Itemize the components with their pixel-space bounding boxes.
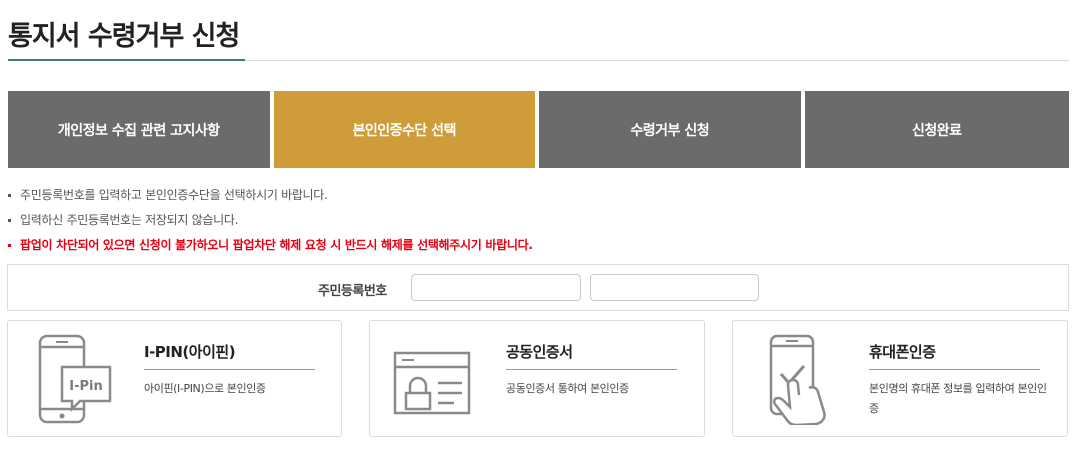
title-accent-line xyxy=(8,59,245,61)
rrn-back-input[interactable] xyxy=(590,274,759,301)
step-label: 개인정보 수집 관련 고지사항 xyxy=(57,122,220,139)
notice-item: 주민등록번호를 입력하고 본인인증수단을 선택하시기 바랍니다. xyxy=(8,187,1069,212)
card-title: 휴대폰인증 xyxy=(869,343,936,361)
step-progress: 개인정보 수집 관련 고지사항 본인인증수단 선택 수령거부 신청 신청완료 xyxy=(8,91,1069,168)
ipin-icon-text: I-Pin xyxy=(69,379,102,394)
card-description: 공동인증서 통하여 본인인증 xyxy=(506,382,629,395)
step-complete: 신청완료 xyxy=(804,91,1069,168)
step-label: 수령거부 신청 xyxy=(630,122,710,139)
ipin-phone-icon: I-Pin xyxy=(28,333,118,425)
page-title: 통지서 수령거부 신청 xyxy=(8,21,240,52)
step-label: 본인인증수단 선택 xyxy=(352,122,457,139)
rrn-front-input[interactable] xyxy=(411,274,581,301)
step-label: 신청완료 xyxy=(911,122,962,139)
card-divider xyxy=(506,369,677,370)
popup-warning-notice: 팝업이 차단되어 있으면 신청이 불가하오니 팝업차단 해제 요청 시 반드시 … xyxy=(8,237,1069,262)
notice-list: 주민등록번호를 입력하고 본인인증수단을 선택하시기 바랍니다. 입력하신 주민… xyxy=(8,187,1069,262)
step-refusal-request: 수령거부 신청 xyxy=(539,91,801,168)
rrn-form: 주민등록번호 xyxy=(7,264,1069,311)
auth-card-ipin[interactable]: I-Pin I-PIN(아이핀) 아이핀(I-PIN)으로 본인인증 xyxy=(7,320,342,437)
auth-card-certificate[interactable]: 공동인증서 공동인증서 통하여 본인인증 xyxy=(369,320,705,437)
card-description: 본인명의 휴대폰 정보를 입력하여 본인인증 xyxy=(869,382,1047,415)
step-auth-method: 본인인증수단 선택 xyxy=(273,91,535,168)
card-title: 공동인증서 xyxy=(506,343,573,361)
auth-card-mobile[interactable]: 휴대폰인증 본인명의 휴대폰 정보를 입력하여 본인인증 xyxy=(732,320,1068,437)
card-title: I-PIN(아이핀) xyxy=(144,343,236,361)
card-divider xyxy=(869,369,1040,370)
card-description: 아이핀(I-PIN)으로 본인인증 xyxy=(144,382,266,395)
rrn-label: 주민등록번호 xyxy=(318,284,387,299)
step-privacy-notice: 개인정보 수집 관련 고지사항 xyxy=(8,91,270,168)
certificate-lock-icon xyxy=(392,333,482,425)
notice-item: 입력하신 주민등록번호는 저장되지 않습니다. xyxy=(8,212,1069,237)
phone-check-icon xyxy=(753,333,843,427)
card-divider xyxy=(144,369,315,370)
